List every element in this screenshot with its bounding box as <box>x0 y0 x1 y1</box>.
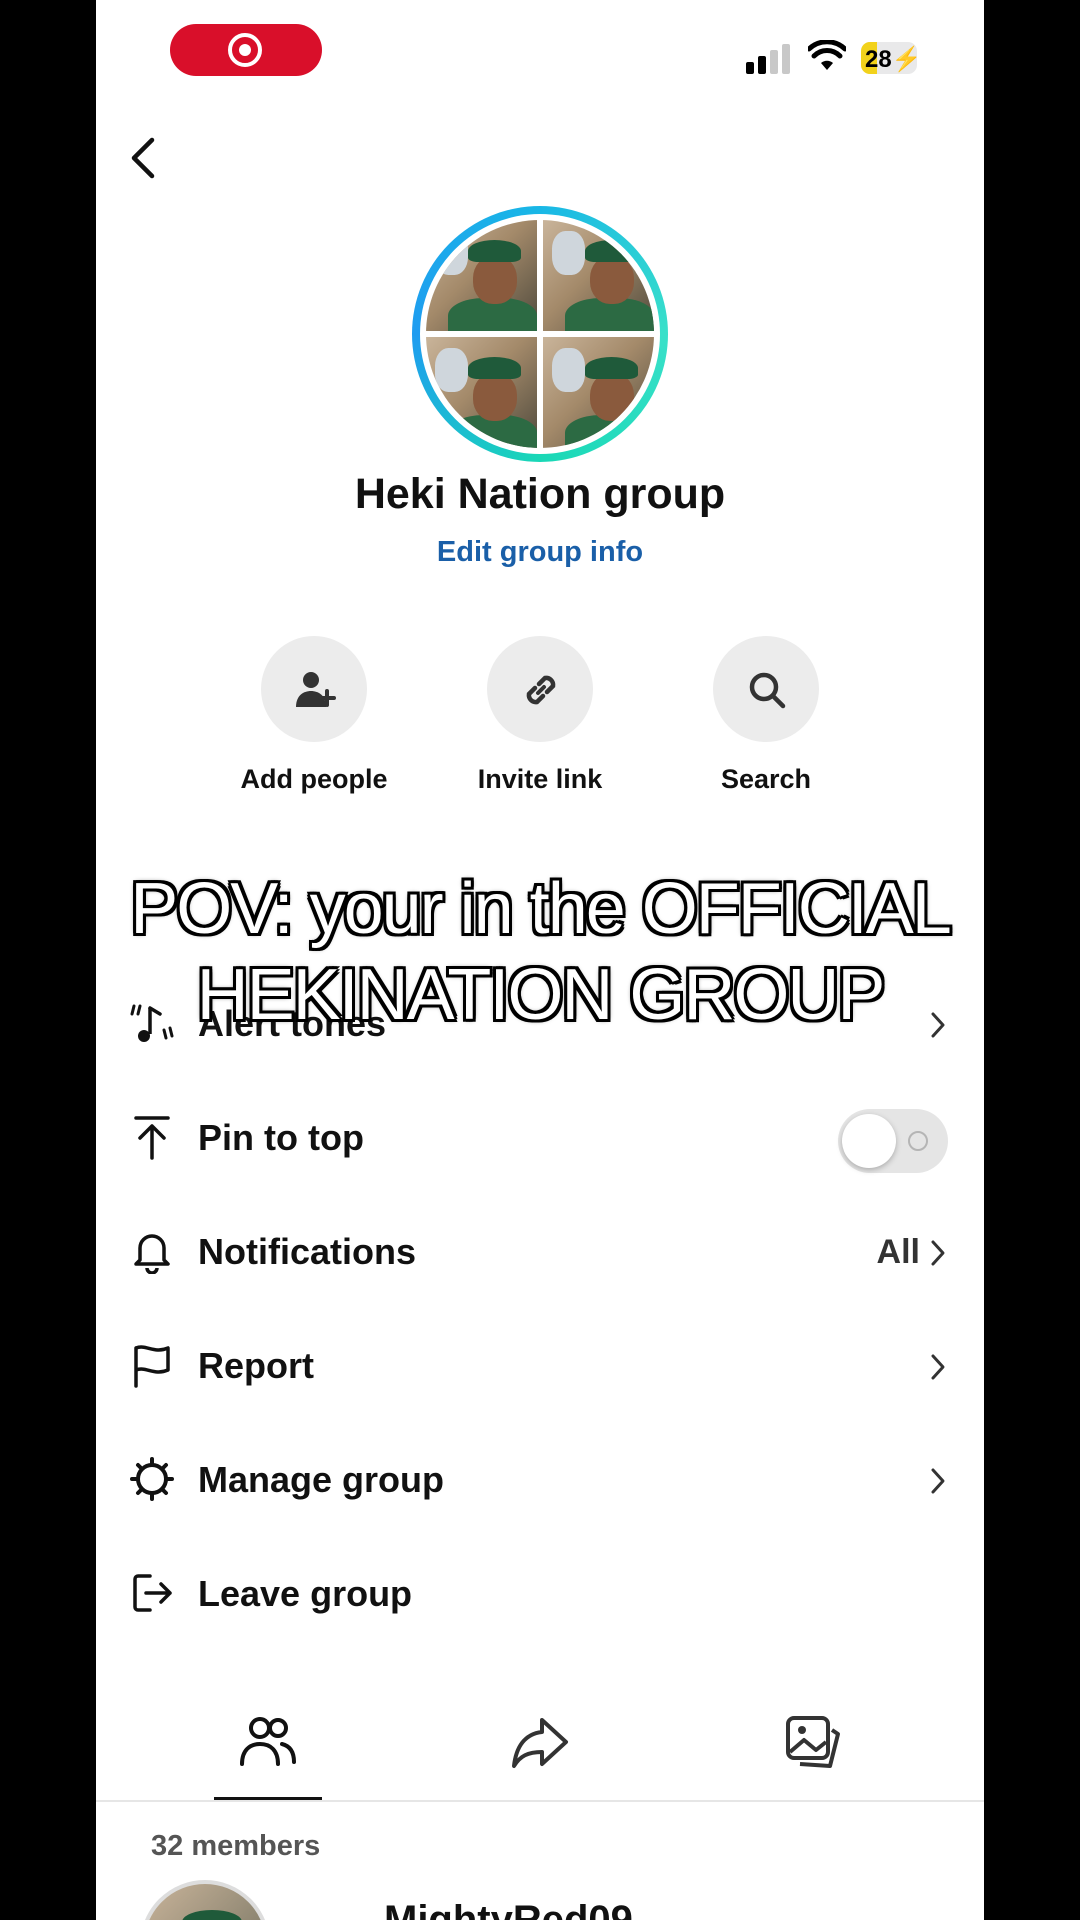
add-person-icon <box>296 672 336 707</box>
member-name: MightyRed09 <box>384 1898 633 1920</box>
leave-group-label: Leave group <box>198 1573 413 1614</box>
chevron-right-icon <box>931 1468 945 1494</box>
bell-icon <box>134 1234 170 1274</box>
video-caption: POV: your in the OFFICIAL HEKINATION GRO… <box>0 866 1080 1038</box>
pin-top-icon <box>134 1116 170 1160</box>
photos-icon[interactable] <box>782 1712 842 1772</box>
report-row[interactable]: Report <box>96 1320 984 1410</box>
share-icon[interactable] <box>510 1712 570 1772</box>
notifications-row[interactable]: Notifications All <box>96 1206 984 1296</box>
invite-link-button[interactable]: Invite link <box>440 636 640 795</box>
divider <box>96 1800 984 1802</box>
chevron-right-icon <box>931 1240 945 1266</box>
exit-icon <box>133 1574 172 1612</box>
leave-group-row[interactable]: Leave group <box>96 1548 984 1638</box>
edit-group-info-link[interactable]: Edit group info <box>96 536 984 569</box>
cellular-signal-icon <box>746 44 790 74</box>
add-people-label: Add people <box>240 764 388 794</box>
notifications-label: Notifications <box>198 1231 417 1272</box>
group-avatar-collage <box>426 220 654 448</box>
link-icon <box>526 675 556 705</box>
manage-group-row[interactable]: Manage group <box>96 1434 984 1524</box>
notifications-value: All <box>876 1233 920 1271</box>
add-people-button[interactable]: Add people <box>214 636 414 795</box>
manage-group-label: Manage group <box>198 1459 445 1500</box>
search-button[interactable]: Search <box>666 636 866 795</box>
search-icon <box>749 672 786 709</box>
members-count: 32 members <box>151 1830 321 1862</box>
group-avatar[interactable] <box>412 206 668 462</box>
search-label: Search <box>720 764 812 794</box>
chevron-right-icon <box>931 1354 945 1380</box>
flag-icon <box>134 1345 170 1388</box>
battery-level-text: 28⚡ <box>865 46 917 73</box>
caption-line-2: HEKINATION GROUP <box>196 955 886 1035</box>
invite-link-label: Invite link <box>477 764 603 794</box>
avatar-photo <box>426 220 537 331</box>
pin-to-top-row: Pin to top <box>96 1092 984 1182</box>
member-row[interactable]: MightyRed09 <box>140 1880 940 1920</box>
pin-to-top-label: Pin to top <box>198 1117 364 1158</box>
pin-to-top-toggle[interactable] <box>838 1109 948 1173</box>
avatar-photo <box>543 337 654 448</box>
group-name: Heki Nation group <box>354 470 726 518</box>
wifi-icon <box>808 40 846 70</box>
gear-icon <box>130 1457 174 1501</box>
avatar-photo <box>426 337 537 448</box>
caption-line-1: POV: your in the OFFICIAL <box>130 869 952 949</box>
avatar <box>140 1880 270 1920</box>
avatar-photo <box>543 220 654 331</box>
people-icon[interactable] <box>238 1712 298 1772</box>
battery-indicator: 28⚡ <box>861 42 917 74</box>
chevron-left-icon[interactable] <box>126 136 162 180</box>
screen-recording-indicator[interactable] <box>170 24 322 76</box>
record-icon <box>228 33 262 67</box>
report-label: Report <box>198 1345 314 1386</box>
